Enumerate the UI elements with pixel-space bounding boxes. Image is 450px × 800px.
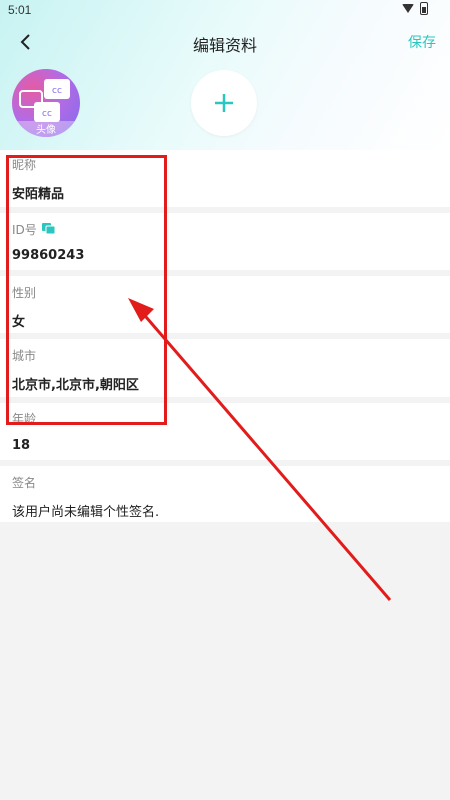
save-button[interactable]: 保存	[408, 32, 436, 52]
svg-text:cc: cc	[52, 86, 62, 96]
status-time: 5:01	[8, 3, 32, 17]
status-bar: 5:01	[0, 0, 450, 20]
page-title: 编辑资料	[192, 36, 257, 55]
signature-label: 签名	[12, 476, 37, 490]
svg-text:cc: cc	[42, 109, 52, 119]
cc-chat-icon: cc cc 头像	[12, 79, 80, 137]
annotation-highlight-box	[6, 155, 167, 425]
avatar[interactable]: cc cc 头像	[12, 69, 80, 137]
wifi-icon	[402, 4, 414, 13]
nav-bar: 编辑资料 保存	[0, 20, 450, 64]
avatar-badge: 头像	[36, 124, 56, 136]
add-photo-button[interactable]	[191, 70, 257, 136]
signature-value: 该用户尚未编辑个性签名.	[12, 505, 160, 520]
plus-icon	[215, 94, 233, 112]
battery-icon	[420, 2, 428, 15]
age-value: 18	[12, 438, 31, 453]
field-signature[interactable]: 签名 该用户尚未编辑个性签名.	[0, 466, 450, 522]
